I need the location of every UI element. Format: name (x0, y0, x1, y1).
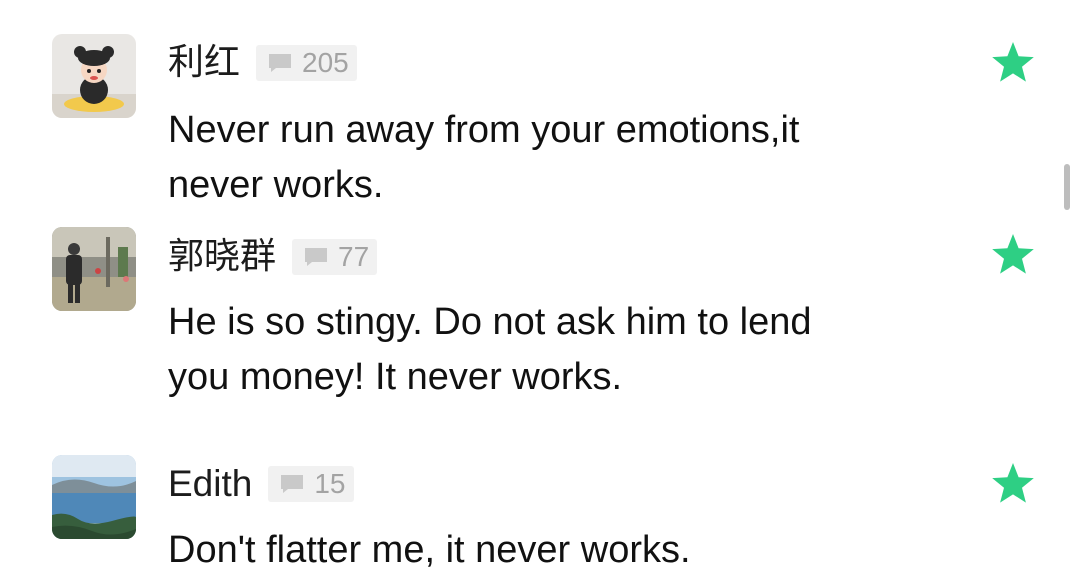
comment-count: 77 (338, 241, 370, 272)
avatar[interactable] (52, 34, 136, 118)
star-icon (992, 42, 1034, 82)
author-name[interactable]: 郭晓群 (168, 232, 276, 282)
star-button[interactable] (990, 232, 1036, 278)
star-button[interactable] (990, 461, 1036, 507)
author-name[interactable]: 利红 (168, 38, 240, 88)
comment-count-badge[interactable]: 205 (256, 45, 357, 81)
scrollbar[interactable] (1064, 164, 1070, 210)
comment-item: 郭晓群 77 He is so stingy. Do not ask him t… (0, 210, 1080, 440)
comment-header: Edith 15 (168, 459, 354, 509)
avatar-street-photo-image (52, 227, 136, 311)
comment-icon (305, 248, 328, 266)
comment-item: Edith 15 Don't flatter me, it never work… (0, 440, 1080, 584)
comment-text: Don't flatter me, it never works. (168, 529, 691, 571)
star-icon (992, 234, 1034, 274)
comment-count-badge[interactable]: 77 (292, 239, 378, 275)
comment-icon (281, 475, 304, 493)
comment-count-badge[interactable]: 15 (268, 466, 354, 502)
avatar[interactable] (52, 227, 136, 311)
star-button[interactable] (990, 40, 1036, 86)
comment-list: 利红 205 Never run away from your emotions… (0, 0, 1080, 584)
star-icon (992, 463, 1034, 503)
comment-header: 利红 205 (168, 38, 357, 88)
avatar[interactable] (52, 455, 136, 539)
avatar-lake-landscape-image (52, 455, 136, 539)
comment-text: Never run away from your emotions,it nev… (168, 109, 800, 206)
comment-icon (269, 54, 292, 72)
avatar-doll-image (52, 34, 136, 118)
author-name[interactable]: Edith (168, 459, 252, 509)
comment-text: He is so stingy. Do not ask him to lend … (168, 301, 812, 398)
comment-item: 利红 205 Never run away from your emotions… (0, 0, 1080, 210)
comment-header: 郭晓群 77 (168, 232, 378, 282)
comment-count: 15 (314, 468, 346, 499)
comment-count: 205 (302, 47, 349, 78)
